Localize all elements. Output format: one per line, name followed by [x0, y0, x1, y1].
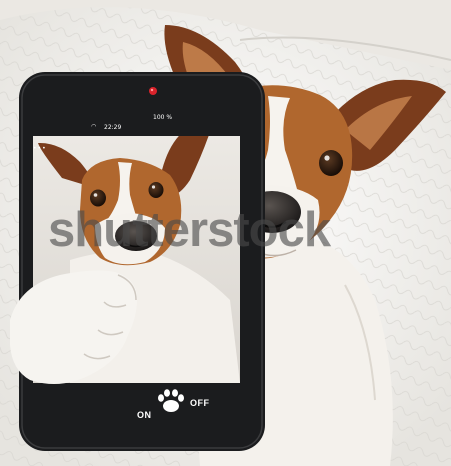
smartphone: [19, 72, 265, 451]
toggle-on-label[interactable]: ON: [137, 410, 152, 420]
dog-right-eye: [319, 150, 343, 176]
camera-light: [149, 87, 157, 95]
signal-dots: •••: [33, 145, 47, 152]
status-battery: 100 %: [153, 114, 173, 121]
watermark: shutterstock: [48, 203, 331, 257]
wifi-icon: ◠: [91, 123, 97, 130]
toggle-off-label[interactable]: OFF: [190, 398, 210, 408]
status-time: 22:29: [104, 124, 122, 131]
